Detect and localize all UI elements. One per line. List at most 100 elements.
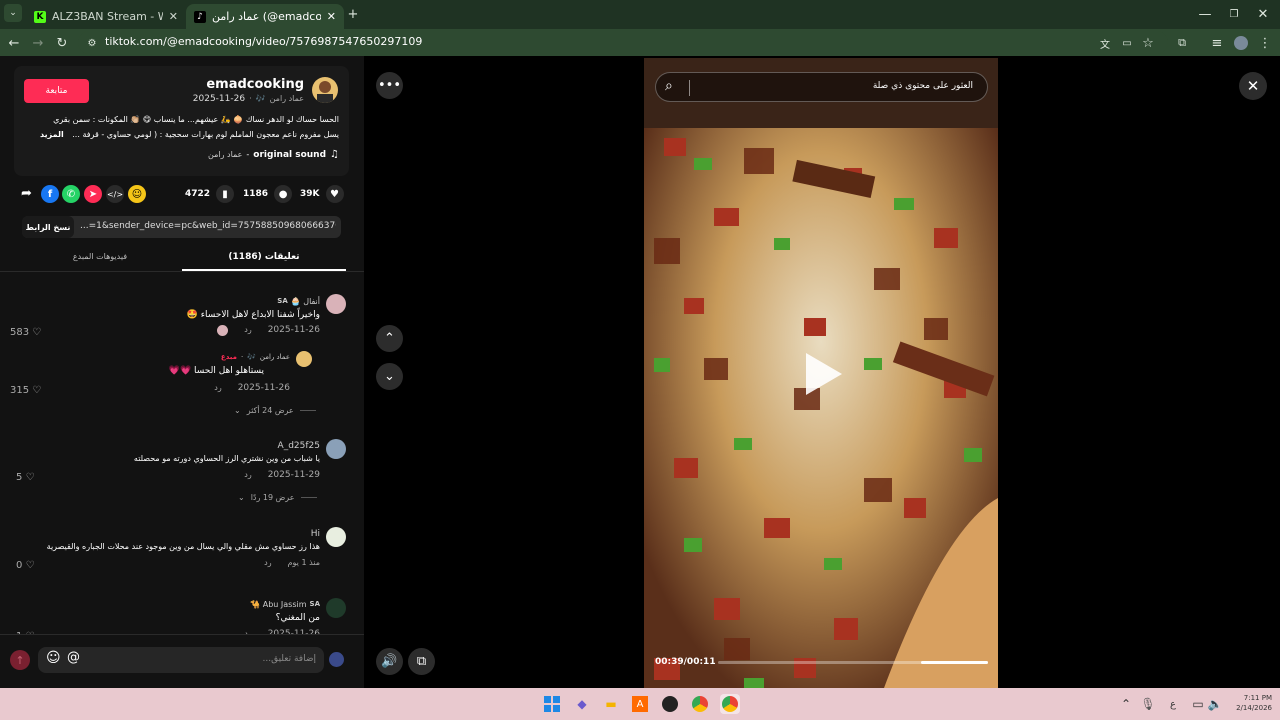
heart-icon[interactable]: ♥ bbox=[325, 185, 344, 203]
tab-tiktok[interactable]: ♪ عماد رامن (@emadcooking) ✕ bbox=[186, 4, 344, 29]
heart-outline-icon[interactable]: ♡ bbox=[32, 327, 41, 338]
forward-icon[interactable]: → bbox=[28, 33, 48, 53]
heart-outline-icon[interactable]: ♡ bbox=[26, 560, 35, 571]
video-player[interactable]: ⌕ العثور على محتوى ذي صلة 00:39/00:11 bbox=[644, 58, 998, 688]
menu-icon[interactable]: ⋮ bbox=[1255, 33, 1275, 53]
mention-icon[interactable]: @ bbox=[67, 650, 80, 665]
translate-icon[interactable]: 文 bbox=[1095, 33, 1115, 53]
start-icon[interactable] bbox=[542, 694, 562, 714]
mic-icon[interactable]: 🎙 bbox=[1138, 694, 1158, 714]
clock[interactable]: 7:11 PM 2/14/2026 bbox=[1228, 693, 1272, 713]
bookmark-icon[interactable]: ▮ bbox=[216, 185, 235, 203]
obs-icon[interactable] bbox=[660, 694, 680, 714]
share-link-text: ...=1&sender_device=pc&web_id=7575885096… bbox=[80, 221, 336, 231]
comment-author[interactable]: A_d25f25 bbox=[278, 441, 320, 451]
share-arrow-icon[interactable]: ➦ bbox=[21, 186, 32, 201]
profile-avatar[interactable] bbox=[1231, 33, 1251, 53]
post-comment-button[interactable]: ↑ bbox=[10, 650, 30, 670]
next-video-button[interactable]: ⌄ bbox=[376, 363, 403, 390]
heart-outline-icon[interactable]: ♡ bbox=[26, 472, 35, 483]
close-tab-icon[interactable]: ✕ bbox=[327, 10, 336, 23]
clock-time: 7:11 PM bbox=[1243, 694, 1272, 702]
cast-icon[interactable]: ▭ bbox=[1117, 33, 1137, 53]
close-tab-icon[interactable]: ✕ bbox=[169, 10, 178, 23]
restore-icon[interactable]: ❐ bbox=[1224, 4, 1244, 24]
comment-like[interactable]: 0 ♡ bbox=[16, 560, 35, 571]
avatar[interactable] bbox=[326, 527, 346, 547]
follow-button[interactable]: متابعة bbox=[24, 79, 89, 103]
comment-input[interactable]: ☺ @ إضافة تعليق... bbox=[38, 647, 324, 673]
comment-author[interactable]: أنفال 🧁 bbox=[291, 297, 320, 306]
sound-row[interactable]: ♫ original sound - عماد رامن bbox=[208, 149, 339, 160]
comment-action[interactable]: 1186 ● bbox=[243, 185, 293, 203]
tab-comments[interactable]: تعليقات (1186) bbox=[182, 249, 346, 271]
avatar[interactable] bbox=[326, 439, 346, 459]
avatar[interactable] bbox=[326, 598, 346, 618]
browser-toolbar: ← → ↻ ⚙ tiktok.com/@emadcooking/video/75… bbox=[0, 29, 1280, 56]
play-icon[interactable] bbox=[806, 353, 842, 395]
comment-like[interactable]: 315 ♡ bbox=[10, 385, 41, 396]
send-icon[interactable]: ➤ bbox=[84, 185, 102, 203]
search-icon[interactable]: ⌕ bbox=[665, 78, 673, 94]
avatar[interactable] bbox=[326, 294, 346, 314]
bookmark-star-icon[interactable]: ☆ bbox=[1138, 33, 1158, 53]
more-link[interactable]: المزيد bbox=[40, 130, 64, 139]
more-options-icon[interactable]: ••• bbox=[376, 72, 403, 99]
reading-list-icon[interactable]: ≡ bbox=[1207, 33, 1227, 53]
omnibox[interactable]: ⚙ tiktok.com/@emadcooking/video/75769875… bbox=[78, 31, 1168, 54]
comment-author[interactable]: Hi bbox=[311, 529, 320, 539]
related-search-box[interactable]: ⌕ العثور على محتوى ذي صلة bbox=[655, 72, 988, 102]
tray-chevron-icon[interactable]: ⌃ bbox=[1116, 694, 1136, 714]
comment-author[interactable]: عماد رامن bbox=[260, 353, 290, 361]
reply-button[interactable]: رد bbox=[214, 383, 221, 393]
reload-icon[interactable]: ↻ bbox=[52, 33, 72, 53]
comment-bubble-icon[interactable]: ● bbox=[274, 185, 293, 203]
emoji-share-icon[interactable]: ☺ bbox=[128, 185, 146, 203]
reply-button[interactable]: رد bbox=[244, 325, 251, 336]
app-icon[interactable]: A bbox=[630, 694, 650, 714]
emoji-icon[interactable]: ☺ bbox=[46, 650, 61, 666]
copy-link-button[interactable]: نسخ الرابط bbox=[22, 216, 74, 238]
language-indicator[interactable]: ع bbox=[1163, 694, 1183, 714]
comment-author[interactable]: Abu Jassim 🐪 bbox=[250, 600, 306, 609]
close-video-button[interactable]: ✕ bbox=[1239, 72, 1267, 100]
like-action[interactable]: 39K ♥ bbox=[300, 185, 344, 203]
share-link-box: نسخ الرابط ...=1&sender_device=pc&web_id… bbox=[22, 216, 341, 238]
heart-outline-icon[interactable]: ♡ bbox=[32, 385, 41, 396]
music-note-icon: ♫ bbox=[330, 149, 339, 160]
user-avatar[interactable] bbox=[329, 652, 344, 667]
new-tab-icon[interactable]: + bbox=[343, 4, 363, 24]
volume-icon[interactable]: 🔊 bbox=[376, 648, 403, 675]
minimize-icon[interactable]: — bbox=[1195, 4, 1215, 24]
extensions-icon[interactable]: ⧉ bbox=[1172, 33, 1192, 53]
reply-button[interactable]: رد bbox=[244, 470, 251, 480]
avatar[interactable] bbox=[296, 351, 312, 367]
site-info-icon[interactable]: ⚙ bbox=[82, 33, 102, 53]
chrome-active-icon[interactable] bbox=[720, 694, 740, 714]
whatsapp-icon[interactable]: ✆ bbox=[62, 185, 80, 203]
creator-display-name: عماد رامن bbox=[269, 94, 304, 103]
copilot-icon[interactable]: ◆ bbox=[572, 694, 592, 714]
tab-search-icon[interactable]: ⌄ bbox=[4, 4, 22, 22]
bookmark-action[interactable]: 4722 ▮ bbox=[185, 185, 235, 203]
view-more-replies[interactable]: ⌄ عرض 19 ردًا bbox=[238, 493, 317, 502]
file-explorer-icon[interactable]: ▬ bbox=[601, 694, 621, 714]
embed-icon[interactable]: </> bbox=[106, 185, 124, 203]
speaker-icon[interactable]: 🔈 bbox=[1205, 694, 1225, 714]
seek-bar[interactable] bbox=[718, 661, 988, 664]
comment-like[interactable]: 583 ♡ bbox=[10, 327, 41, 338]
chrome-icon[interactable] bbox=[690, 694, 710, 714]
creator-avatar[interactable] bbox=[312, 77, 338, 103]
reply-button[interactable]: رد bbox=[264, 558, 271, 567]
view-more-replies[interactable]: ⌄ عرض 24 أكثر bbox=[234, 406, 316, 415]
comment-like[interactable]: 5 ♡ bbox=[16, 472, 35, 483]
comment-meta: منذ 1 يوم رد bbox=[264, 558, 320, 567]
back-icon[interactable]: ← bbox=[4, 33, 24, 53]
creator-username[interactable]: emadcooking bbox=[206, 77, 304, 92]
previous-video-button[interactable]: ⌃ bbox=[376, 325, 403, 352]
tab-alz3ban[interactable]: K ALZ3BAN Stream - Watch Live ✕ bbox=[26, 4, 186, 29]
miniplayer-icon[interactable]: ⧉ bbox=[408, 648, 435, 675]
close-window-icon[interactable]: ✕ bbox=[1253, 4, 1273, 24]
facebook-icon[interactable]: f bbox=[41, 185, 59, 203]
tab-creator-videos[interactable]: فيديوهات المبدع bbox=[18, 249, 182, 271]
